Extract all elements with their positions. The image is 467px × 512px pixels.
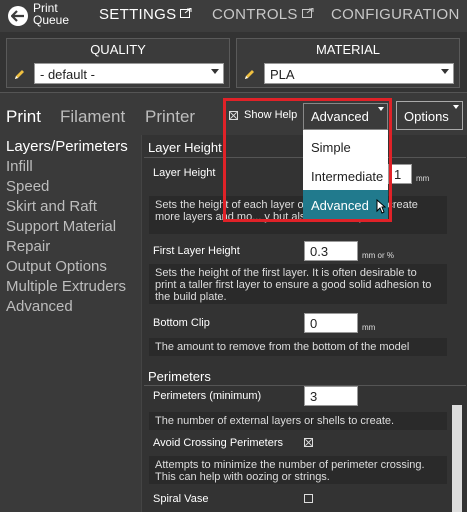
- pencil-icon[interactable]: [14, 68, 26, 80]
- quality-material-bar: QUALITY - default - MATERIAL PLA: [0, 32, 467, 93]
- nav-item-layers-perimeters[interactable]: Layers/Perimeters: [6, 138, 128, 155]
- external-link-icon: [180, 8, 192, 18]
- show-help-checkbox[interactable]: [229, 111, 238, 120]
- tab-configuration[interactable]: CONFIGURATION: [331, 6, 460, 23]
- perimeters-input[interactable]: 3: [304, 386, 358, 406]
- tab-filament[interactable]: Filament: [60, 107, 125, 127]
- nav-item-infill[interactable]: Infill: [6, 158, 33, 175]
- tab-settings-label: SETTINGS: [99, 6, 177, 23]
- arrow-left-icon: [11, 10, 24, 22]
- spiral-vase-label: Spiral Vase: [153, 493, 209, 505]
- mode-option-intermediate[interactable]: Intermediate: [303, 161, 388, 190]
- bottom-clip-label: Bottom Clip: [153, 317, 210, 329]
- spiral-vase-checkbox[interactable]: [304, 494, 313, 503]
- first-layer-height-input[interactable]: 0.3: [304, 241, 358, 261]
- nav-item-advanced[interactable]: Advanced: [6, 298, 73, 315]
- quality-panel: QUALITY - default -: [6, 38, 230, 88]
- avoid-crossing-checkbox[interactable]: [304, 438, 313, 447]
- layer-height-input[interactable]: 1: [388, 164, 412, 184]
- back-button[interactable]: [8, 6, 28, 26]
- tab-print[interactable]: Print: [6, 107, 41, 127]
- nav-item-multiple-extruders[interactable]: Multiple Extruders: [6, 278, 126, 295]
- tab-settings[interactable]: SETTINGS: [99, 6, 192, 23]
- nav-item-skirt-and-raft[interactable]: Skirt and Raft: [6, 198, 97, 215]
- external-link-icon: [301, 8, 314, 18]
- perimeters-help: The number of external layers or shells …: [149, 412, 447, 430]
- first-layer-height-unit: mm or %: [362, 251, 394, 260]
- mode-select-value: Advanced: [311, 109, 369, 124]
- nav-item-support-material[interactable]: Support Material: [6, 218, 116, 235]
- perimeters-label: Perimeters (minimum): [153, 390, 262, 402]
- tab-printer[interactable]: Printer: [145, 107, 195, 127]
- nav-item-output-options[interactable]: Output Options: [6, 258, 107, 275]
- material-select[interactable]: PLA: [264, 63, 454, 84]
- mouse-cursor-icon: [376, 199, 386, 214]
- layer-height-unit: mm: [416, 174, 430, 183]
- nav-item-speed[interactable]: Speed: [6, 178, 49, 195]
- quality-select-value: - default -: [40, 67, 95, 82]
- mode-option-simple[interactable]: Simple: [303, 132, 388, 161]
- layer-height-help: Sets the height of each layer o... er nu…: [149, 196, 447, 234]
- material-title: MATERIAL: [315, 42, 381, 57]
- top-bar: Print Queue SETTINGS CONTROLS CONFIGURAT…: [0, 0, 467, 32]
- bottom-clip-help: The amount to remove from the bottom of …: [149, 338, 447, 356]
- tab-controls[interactable]: CONTROLS: [212, 6, 314, 23]
- mode-select[interactable]: Advanced: [303, 103, 388, 130]
- show-help-label: Show Help: [244, 109, 298, 121]
- chevron-down-icon: [441, 69, 449, 74]
- section-title-perimeters: Perimeters: [148, 369, 211, 384]
- options-button[interactable]: Options: [396, 101, 463, 130]
- first-layer-height-label: First Layer Height: [153, 245, 240, 257]
- quality-title: QUALITY: [90, 42, 146, 57]
- scrollbar[interactable]: [452, 405, 462, 512]
- section-title-layer-height: Layer Height: [148, 140, 222, 155]
- pencil-icon[interactable]: [244, 68, 256, 80]
- tab-controls-label: CONTROLS: [212, 6, 298, 23]
- material-panel: MATERIAL PLA: [236, 38, 460, 88]
- print-queue-label[interactable]: Print Queue: [33, 2, 73, 26]
- chevron-down-icon: [211, 69, 219, 74]
- show-help-toggle[interactable]: Show Help: [229, 104, 304, 128]
- quality-select[interactable]: - default -: [34, 63, 224, 84]
- bottom-clip-input[interactable]: 0: [304, 313, 358, 333]
- first-layer-height-help: Sets the height of the first layer. It i…: [149, 264, 447, 304]
- caret-down-icon: [453, 105, 459, 109]
- layer-height-label: Layer Height: [153, 167, 216, 179]
- nav-item-repair[interactable]: Repair: [6, 238, 50, 255]
- material-select-value: PLA: [270, 67, 295, 82]
- bottom-clip-unit: mm: [362, 323, 376, 332]
- caret-down-icon: [378, 107, 384, 111]
- avoid-crossing-label: Avoid Crossing Perimeters: [153, 437, 284, 449]
- options-button-label: Options: [404, 109, 449, 124]
- avoid-crossing-help: Attempts to minimize the number of perim…: [149, 456, 447, 484]
